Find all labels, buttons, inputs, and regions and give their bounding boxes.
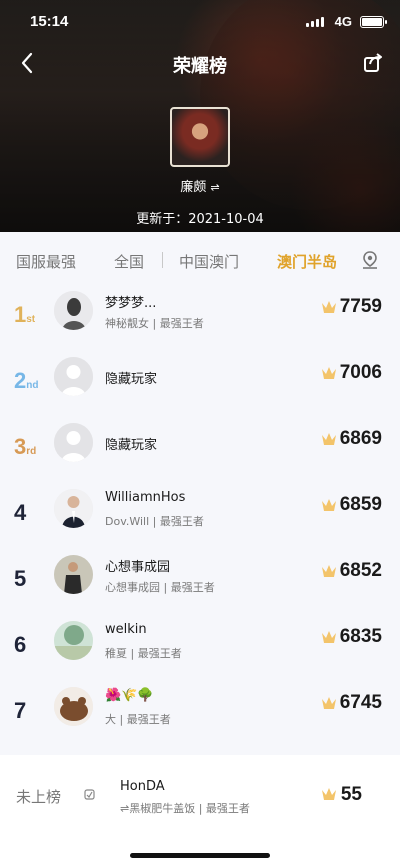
ranking-row[interactable]: 6 welkin 稚夏 | 最强王者 6835 [0, 620, 400, 686]
rank-number: 6 [14, 632, 27, 657]
location-button[interactable] [360, 250, 380, 270]
hero-name-switch[interactable]: 廉颇 ⇌ [0, 176, 400, 195]
swap-icon: ⇌ [210, 181, 220, 194]
tab-national-best[interactable]: 国服最强 [16, 251, 76, 272]
player-name: 隐藏玩家 [105, 438, 158, 453]
share-button[interactable] [362, 52, 384, 74]
hero-portrait[interactable] [170, 107, 230, 167]
crown-icon [322, 367, 336, 379]
crown-icon [322, 565, 336, 577]
home-indicator[interactable] [130, 853, 270, 858]
tab-macau-peninsula[interactable]: 澳门半岛 [277, 251, 337, 272]
network-label: 4G [334, 14, 352, 29]
update-date: 更新于：2021-10-04 [136, 212, 264, 227]
ranking-row[interactable]: 7 🌺🌾🌳 大 | 最强王者 6745 [0, 686, 400, 752]
rank-number: 3rd [14, 434, 37, 459]
player-subtitle: 神秘靓女 | 最强王者 [105, 317, 204, 330]
avatar [54, 621, 93, 660]
battery-icon [360, 16, 387, 28]
player-name: 🌺🌾🌳 [105, 688, 154, 703]
ranking-row[interactable]: 2nd 隐藏玩家 7006 [0, 356, 400, 422]
player-score: 6835 [339, 626, 382, 647]
rank-number: 7 [14, 698, 27, 723]
player-score: 6869 [339, 428, 382, 449]
ranking-row[interactable]: 1st 梦梦梦... 神秘靓女 | 最强王者 7759 [0, 290, 400, 356]
player-score: 7006 [339, 362, 382, 383]
unranked-label: 未上榜 [16, 788, 62, 806]
ranking-row[interactable]: 4 WilliamnHos Dov.Will | 最强王者 6859 [0, 488, 400, 554]
player-score: 6852 [339, 560, 382, 581]
share-icon [364, 53, 382, 72]
my-player-subtitle: ⇌黑椒肥牛盖饭 | 最强王者 [120, 802, 250, 815]
rank-number: 2nd [14, 368, 39, 393]
avatar [54, 357, 93, 396]
page-title: 荣耀榜 [173, 56, 227, 77]
hero-name: 廉颇 [180, 180, 207, 195]
rank-number: 5 [14, 566, 27, 591]
player-name: WilliamnHos [105, 490, 186, 505]
tab-nationwide[interactable]: 全国 [114, 251, 144, 272]
player-name: 梦梦梦... [105, 296, 157, 311]
tab-macau[interactable]: 中国澳门 [179, 251, 239, 272]
player-score: 6859 [339, 494, 382, 515]
player-subtitle: 稚夏 | 最强王者 [105, 647, 182, 660]
info-icon [84, 789, 95, 800]
my-rank-bar[interactable]: 未上榜 HonDA ⇌黑椒肥牛盖饭 | 最强王者 55 [0, 755, 400, 865]
player-name: welkin [105, 622, 147, 637]
player-score: 7759 [339, 296, 382, 317]
player-name: 心想事成园 [105, 560, 171, 575]
hero-banner: 15:14 4G 荣耀榜 廉颇 ⇌ 更新于：2021-10-04 [0, 0, 400, 232]
region-tabs: 国服最强 全国 中国澳门 澳门半岛 [0, 232, 400, 290]
avatar [54, 291, 93, 330]
my-score: 55 [340, 784, 362, 805]
tab-divider [162, 252, 163, 268]
player-score: 6745 [339, 692, 382, 713]
status-time: 15:14 [30, 13, 69, 30]
rank-number: 1st [14, 302, 36, 327]
ranking-list: 1st 梦梦梦... 神秘靓女 | 最强王者 7759 2nd 隐藏玩家 700… [0, 290, 400, 755]
my-player-name: HonDA [120, 779, 165, 794]
crown-icon [322, 499, 336, 511]
status-bar: 15:14 4G [0, 0, 400, 44]
crown-icon [322, 301, 336, 313]
location-icon [363, 251, 377, 269]
player-subtitle: 心想事成园 | 最强王者 [105, 581, 215, 594]
ranking-row[interactable]: 3rd 隐藏玩家 6869 [0, 422, 400, 488]
crown-icon [322, 433, 336, 445]
crown-icon [322, 788, 336, 800]
crown-icon [322, 631, 336, 643]
avatar [54, 489, 93, 528]
ranking-row[interactable]: 5 心想事成园 心想事成园 | 最强王者 6852 [0, 554, 400, 620]
signal-icon [306, 17, 324, 27]
crown-icon [322, 697, 336, 709]
player-name: 隐藏玩家 [105, 372, 158, 387]
player-subtitle: 大 | 最强王者 [105, 713, 171, 726]
avatar [54, 423, 93, 462]
rank-number: 4 [14, 500, 27, 525]
avatar [54, 687, 93, 726]
player-subtitle: Dov.Will | 最强王者 [105, 515, 204, 528]
avatar [54, 555, 93, 594]
